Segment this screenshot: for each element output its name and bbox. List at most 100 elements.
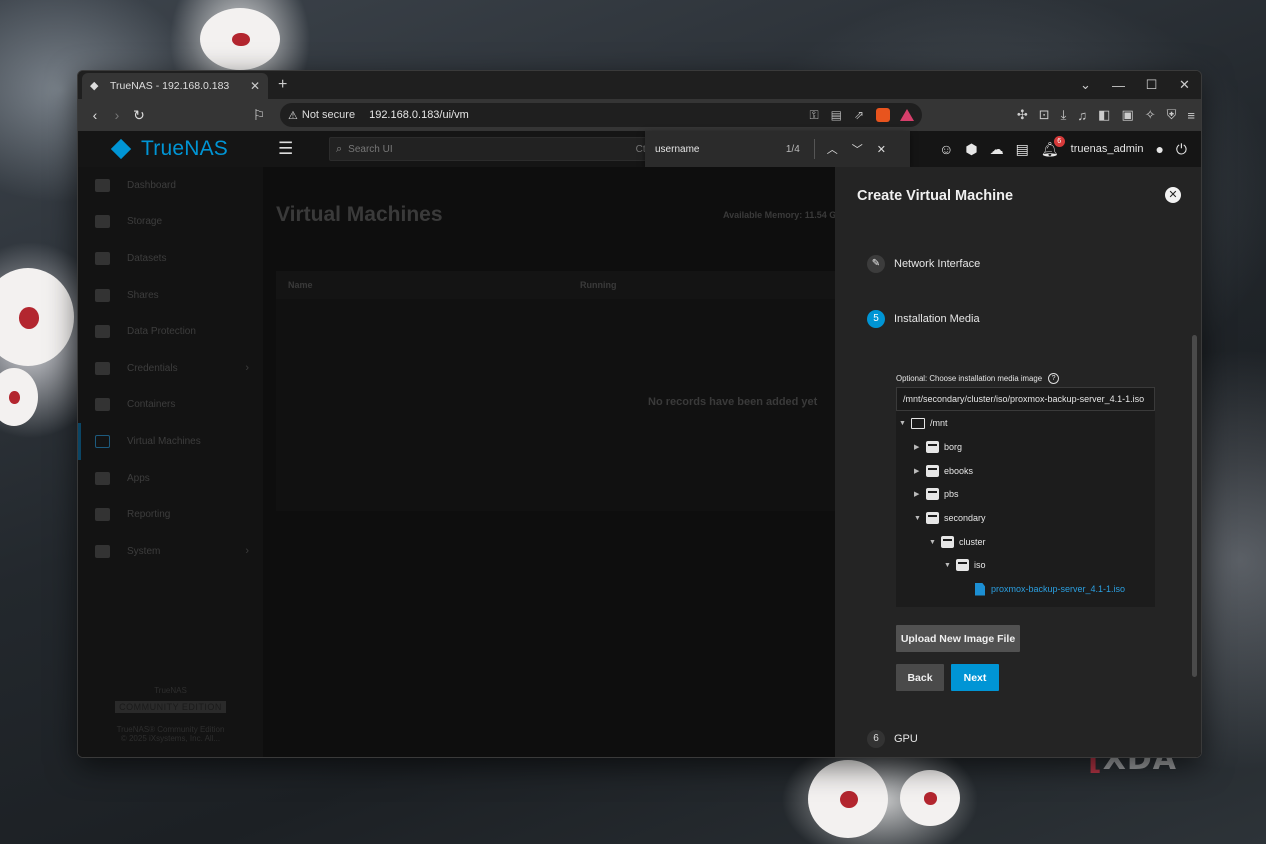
shield-icon xyxy=(95,325,110,339)
next-button[interactable]: Next xyxy=(951,664,999,691)
step-network-interface[interactable]: ✎ Network Interface xyxy=(867,255,980,273)
browser-tab[interactable]: ◆ TrueNAS - 192.168.0.183 ✕ xyxy=(82,73,268,99)
sidebar-item-system[interactable]: System › xyxy=(78,533,263,570)
find-next-icon[interactable]: ﹀ xyxy=(852,141,863,157)
sidebar-item-dashboard[interactable]: Dashboard xyxy=(78,167,263,204)
jobs-clipboard-icon[interactable]: ▤ xyxy=(1016,141,1029,158)
help-icon[interactable]: ? xyxy=(1048,373,1060,384)
bookmark-icon[interactable]: ⚐ xyxy=(248,107,270,124)
tree-node-borg[interactable]: ▶ borg xyxy=(914,440,962,454)
notifications-bell-icon[interactable]: 🔔︎ 6 xyxy=(1041,135,1065,158)
blossom-decoration xyxy=(200,8,280,70)
tree-node-cluster[interactable]: ▼ cluster xyxy=(929,535,986,549)
media-icon[interactable]: ♫ xyxy=(1077,108,1087,123)
tab-search-icon[interactable]: ⌄ xyxy=(1069,77,1102,93)
sidebar-toggle-icon[interactable]: ◧ xyxy=(1098,107,1110,123)
step-number: 6 xyxy=(867,730,885,748)
brave-shields-icon[interactable] xyxy=(876,108,890,122)
footer-line1: TrueNAS® Community Edition xyxy=(116,725,225,734)
find-divider xyxy=(813,139,815,159)
key-icon[interactable]: ⚿ xyxy=(809,108,818,123)
account-circle-icon[interactable]: ● xyxy=(1155,141,1163,157)
search-input[interactable]: ⌕ Search UI Ctrl+ xyxy=(329,137,664,161)
tree-node-iso-file[interactable]: proxmox-backup-server_4.1-1.iso xyxy=(975,582,1125,596)
find-query-input[interactable]: username xyxy=(655,144,786,155)
find-bar: username 1/4 ︿ ﹀ ✕ xyxy=(645,131,910,167)
sidebar-item-containers[interactable]: Containers xyxy=(78,387,263,424)
create-vm-panel: Create Virtual Machine ✕ ✎ Network Inter… xyxy=(835,167,1201,757)
node-label: iso xyxy=(974,560,986,570)
wallet-icon[interactable]: ▣ xyxy=(1121,107,1133,123)
tree-node-pbs[interactable]: ▶ pbs xyxy=(914,487,959,501)
footer-line2: © 2025 iXsystems, Inc. All... xyxy=(120,734,221,743)
back-button[interactable]: Back xyxy=(896,664,944,691)
find-previous-icon[interactable]: ︿ xyxy=(827,141,838,157)
sidebar-item-reporting[interactable]: Reporting xyxy=(78,496,263,533)
leo-ai-icon[interactable]: ✧ xyxy=(1145,107,1156,123)
sidebar-item-label: Credentials xyxy=(127,362,178,374)
panel-scrollbar[interactable] xyxy=(1192,335,1197,677)
step-installation-media[interactable]: 5 Installation Media xyxy=(867,310,980,328)
minimize-icon[interactable]: — xyxy=(1102,78,1135,93)
feedback-icon[interactable]: ☺ xyxy=(939,141,953,157)
share-icon[interactable]: ⇗ xyxy=(854,108,864,122)
dataset-icon xyxy=(926,488,939,500)
close-tab-icon[interactable]: ✕ xyxy=(250,79,260,93)
forward-icon[interactable]: › xyxy=(106,107,128,123)
sidebar-item-credentials[interactable]: Credentials › xyxy=(78,350,263,387)
node-label: secondary xyxy=(944,513,986,523)
download-icon[interactable]: ⤓ xyxy=(1061,107,1067,123)
step-gpu[interactable]: 6 GPU xyxy=(867,730,918,748)
chart-icon xyxy=(95,508,110,522)
media-path-input[interactable]: /mnt/secondary/cluster/iso/proxmox-backu… xyxy=(896,387,1155,411)
sidebar-item-shares[interactable]: Shares xyxy=(78,277,263,314)
find-close-icon[interactable]: ✕ xyxy=(877,143,886,156)
media-label-text: Optional: Choose installation media imag… xyxy=(896,374,1043,383)
sidebar-item-apps[interactable]: Apps xyxy=(78,460,263,497)
datasets-icon xyxy=(95,251,110,265)
monitor-icon xyxy=(95,434,110,448)
tree-node-mnt[interactable]: ▼ /mnt xyxy=(899,416,948,430)
screenshot-icon[interactable]: ⊡ xyxy=(1039,107,1050,123)
storage-icon xyxy=(95,215,110,229)
reload-icon[interactable]: ↻ xyxy=(128,107,150,124)
extensions-icon[interactable]: ✣ xyxy=(1017,107,1028,123)
tab-strip: ◆ TrueNAS - 192.168.0.183 ✕ + ⌄ — ☐ ✕ xyxy=(78,71,1201,99)
sidebar-item-label: Datasets xyxy=(127,252,167,264)
brave-rewards-icon[interactable] xyxy=(900,109,914,121)
sidebar-item-datasets[interactable]: Datasets xyxy=(78,240,263,277)
truecommand-icon[interactable]: ⬢ xyxy=(965,141,977,158)
key-icon xyxy=(95,361,110,375)
column-name[interactable]: Name xyxy=(276,280,580,290)
back-icon[interactable]: ‹ xyxy=(84,107,106,123)
warning-icon: ⚠ xyxy=(288,109,298,122)
hamburger-menu-icon[interactable]: ☰ xyxy=(278,139,314,159)
column-running[interactable]: Running xyxy=(580,280,617,290)
upload-image-button[interactable]: Upload New Image File xyxy=(896,625,1020,652)
expanded-arrow-icon: ▼ xyxy=(899,419,906,427)
reader-mode-icon[interactable]: ▤ xyxy=(831,108,842,122)
url-field[interactable]: ⚠ Not secure 192.168.0.183/ui/vm ⚿ ▤ ⇗ xyxy=(280,103,922,127)
new-tab-icon[interactable]: + xyxy=(278,76,287,94)
sidebar-item-data-protection[interactable]: Data Protection xyxy=(78,313,263,350)
sidebar-item-storage[interactable]: Storage xyxy=(78,204,263,241)
collapsed-arrow-icon: ▶ xyxy=(914,468,920,475)
menu-icon[interactable]: ≡ xyxy=(1187,108,1195,123)
vpn-shield-icon[interactable]: ⛨ xyxy=(1167,107,1177,123)
close-panel-icon[interactable]: ✕ xyxy=(1165,187,1181,203)
truenas-mark-icon xyxy=(108,139,134,159)
blossom-decoration xyxy=(900,770,960,826)
media-label: Optional: Choose installation media imag… xyxy=(896,373,1060,384)
truenas-logo[interactable]: TrueNAS xyxy=(78,137,263,161)
username-label[interactable]: truenas_admin xyxy=(1071,143,1144,155)
step-label: Installation Media xyxy=(894,313,980,325)
directory-services-icon[interactable]: ☁ xyxy=(990,141,1004,158)
close-window-icon[interactable]: ✕ xyxy=(1168,77,1201,93)
tree-node-secondary[interactable]: ▼ secondary xyxy=(914,511,986,525)
dataset-icon xyxy=(941,536,954,548)
tree-node-ebooks[interactable]: ▶ ebooks xyxy=(914,464,973,478)
maximize-icon[interactable]: ☐ xyxy=(1135,77,1168,93)
power-icon[interactable]: ⏻ xyxy=(1176,141,1187,158)
tree-node-iso[interactable]: ▼ iso xyxy=(944,558,986,572)
sidebar-item-virtual-machines[interactable]: Virtual Machines xyxy=(78,423,263,460)
